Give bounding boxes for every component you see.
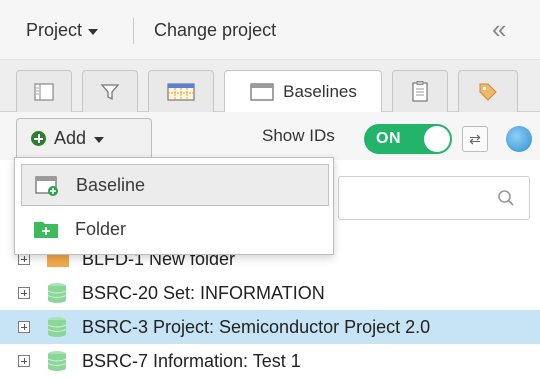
show-ids-toggle[interactable]: ON [364, 124, 452, 154]
clipboard-icon [412, 80, 428, 102]
toggle-state-text: ON [376, 130, 401, 147]
tree-row[interactable]: BSRC-20 Set: INFORMATION [0, 276, 540, 310]
tree-row-label: BSRC-7 Information: Test 1 [82, 350, 301, 371]
sync-button[interactable]: ⇄ [462, 126, 488, 152]
tab-matrix[interactable] [148, 70, 214, 112]
tree-row-selected[interactable]: BSRC-3 Project: Semiconductor Project 2.… [0, 310, 540, 344]
change-project-link[interactable]: Change project [154, 20, 276, 41]
window-icon [250, 83, 274, 101]
tab-tree-view[interactable] [16, 70, 72, 112]
globe-icon[interactable] [506, 126, 532, 152]
add-dropdown-menu: Baseline Folder [14, 157, 334, 255]
collapse-panel-icon[interactable]: « [492, 16, 506, 42]
tab-tags[interactable] [458, 70, 518, 112]
menu-item-folder[interactable]: Folder [21, 208, 329, 250]
add-circle-icon [31, 131, 46, 146]
tab-filter[interactable] [82, 70, 138, 112]
matrix-icon [167, 82, 195, 101]
expand-icon[interactable] [18, 287, 30, 299]
tag-icon [479, 83, 497, 101]
sync-icon: ⇄ [469, 130, 481, 147]
menu-item-label: Baseline [76, 174, 146, 195]
project-dropdown-button[interactable]: Project [26, 20, 99, 41]
tree-row-label: BSRC-20 Set: INFORMATION [82, 282, 325, 303]
search-icon[interactable] [497, 189, 515, 207]
caret-down-icon [94, 136, 105, 143]
menu-item-label: Folder [75, 218, 127, 239]
expand-icon[interactable] [18, 321, 30, 333]
tab-baselines[interactable]: Baselines [224, 70, 382, 113]
search-input[interactable] [338, 176, 530, 220]
database-icon [47, 317, 67, 337]
filter-icon [100, 83, 120, 100]
database-icon [47, 283, 67, 303]
caret-down-icon [88, 28, 99, 35]
project-label: Project [26, 20, 83, 40]
tree-row[interactable]: BSRC-7 Information: Test 1 [0, 344, 540, 378]
add-label: Add [54, 128, 87, 148]
folder-add-icon [34, 222, 58, 238]
database-icon [47, 351, 67, 371]
baselines-panel: Project Change project « Baselines Add S… [0, 0, 540, 380]
baseline-icon [35, 176, 58, 196]
expand-icon[interactable] [18, 355, 30, 367]
project-bar: Project Change project « [0, 0, 540, 60]
tab-clipboard[interactable] [392, 70, 448, 112]
menu-item-baseline[interactable]: Baseline [21, 164, 329, 206]
show-ids-label: Show IDs [262, 126, 335, 145]
tab-strip: Baselines [0, 60, 540, 113]
toggle-knob [424, 126, 450, 152]
toolbar: Add Show IDs ON ⇄ [0, 112, 540, 160]
tree-row-label: BSRC-3 Project: Semiconductor Project 2.… [82, 316, 431, 337]
tab-baselines-label: Baselines [283, 82, 357, 101]
add-button[interactable]: Add [16, 118, 152, 158]
tree-view-icon [34, 82, 54, 101]
divider [133, 18, 134, 44]
